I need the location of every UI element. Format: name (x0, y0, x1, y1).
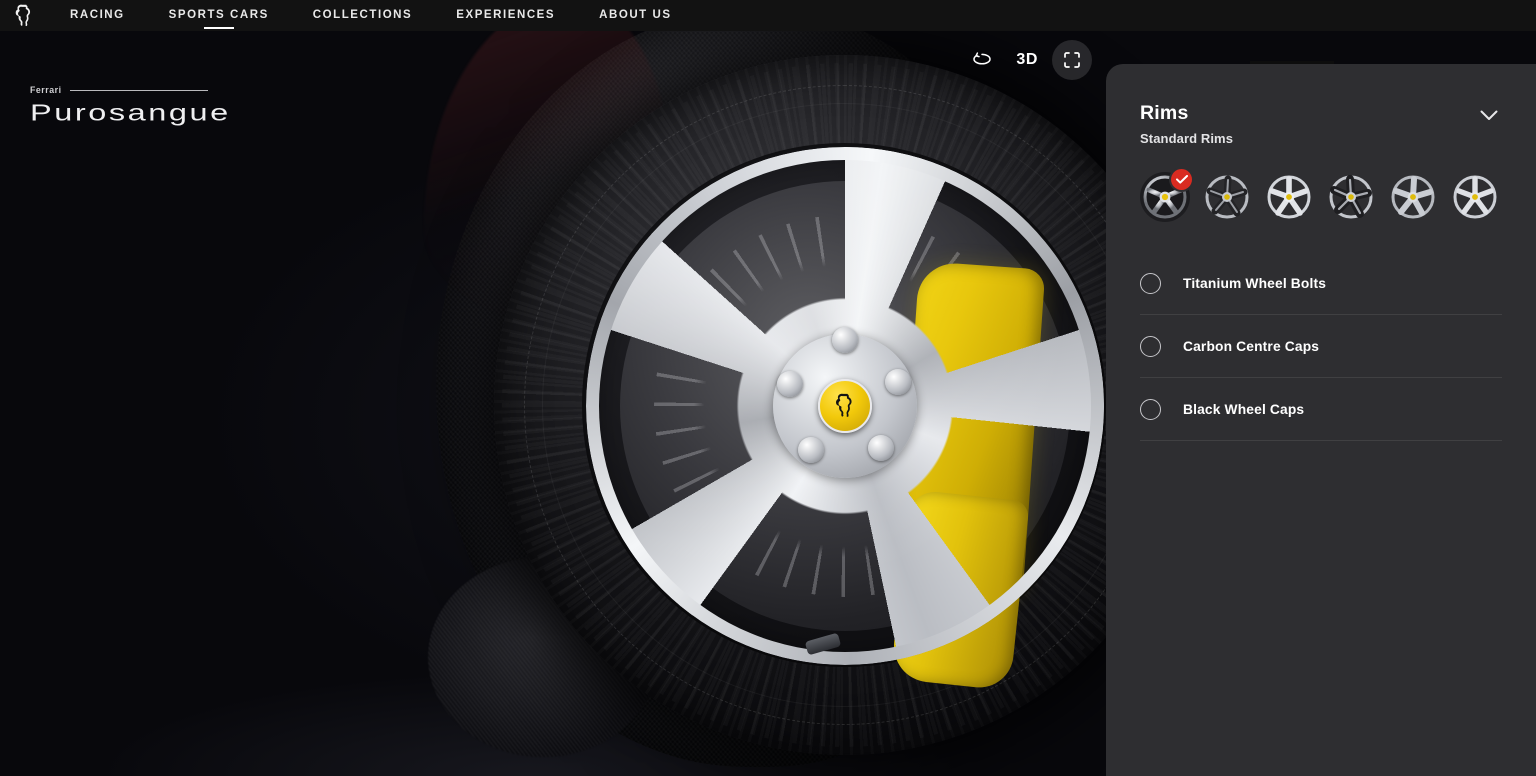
option-carbon-centre-caps[interactable]: Carbon Centre Caps (1140, 315, 1502, 378)
purosangue-wordmark: Ferrari Purosangue (30, 85, 208, 129)
chevron-down-icon[interactable] (1476, 104, 1502, 130)
fullscreen-icon[interactable] (1052, 40, 1092, 80)
option-label: Titanium Wheel Bolts (1183, 276, 1326, 291)
wheel-closeup-image (268, 31, 1108, 776)
nav-item-about-us[interactable]: ABOUT US (577, 0, 693, 31)
rim-option-2[interactable] (1202, 172, 1252, 222)
rim-options-list: Titanium Wheel Bolts Carbon Centre Caps … (1140, 252, 1502, 441)
panel-title: Rims (1140, 102, 1233, 125)
panel-subtitle: Standard Rims (1140, 131, 1233, 146)
configurator-panel: Rims Standard Rims (1106, 64, 1536, 776)
ferrari-prancing-horse-icon[interactable] (0, 4, 48, 28)
option-label: Black Wheel Caps (1183, 402, 1304, 417)
rim-option-6[interactable] (1450, 172, 1500, 222)
option-titanium-wheel-bolts[interactable]: Titanium Wheel Bolts (1140, 252, 1502, 315)
wheel-lug-nuts (268, 31, 1108, 776)
rim-option-4[interactable] (1326, 172, 1376, 222)
rim-option-3[interactable] (1264, 172, 1314, 222)
rim-swatch-list (1140, 172, 1502, 222)
3d-view-toggle[interactable]: 3D (1010, 51, 1044, 69)
nav-links: RACING SPORTS CARS COLLECTIONS EXPERIENC… (48, 0, 694, 31)
panel-header: Rims Standard Rims (1140, 64, 1502, 146)
top-navigation-bar: RACING SPORTS CARS COLLECTIONS EXPERIENC… (0, 0, 1536, 31)
rim-option-5[interactable] (1388, 172, 1438, 222)
wordmark-model: Purosangue (30, 100, 237, 126)
nav-item-experiences[interactable]: EXPERIENCES (434, 0, 577, 31)
radio-icon[interactable] (1140, 273, 1161, 294)
nav-item-racing[interactable]: RACING (48, 0, 147, 31)
rim-selected-check-icon (1171, 169, 1192, 190)
option-label: Carbon Centre Caps (1183, 339, 1319, 354)
wordmark-brand: Ferrari (30, 85, 62, 96)
ferrari-configurator-page: RACING SPORTS CARS COLLECTIONS EXPERIENC… (0, 0, 1536, 776)
radio-icon[interactable] (1140, 336, 1161, 357)
rim-option-1[interactable] (1140, 172, 1190, 222)
nav-item-collections[interactable]: COLLECTIONS (291, 0, 434, 31)
viewer-toolbar: 3D (962, 40, 1092, 80)
rotate-360-icon[interactable] (962, 40, 1002, 80)
radio-icon[interactable] (1140, 399, 1161, 420)
option-black-wheel-caps[interactable]: Black Wheel Caps (1140, 378, 1502, 441)
wordmark-rule (70, 90, 208, 91)
nav-item-sports-cars[interactable]: SPORTS CARS (147, 0, 291, 31)
wheel-centre-cap-ferrari-icon (818, 379, 872, 433)
